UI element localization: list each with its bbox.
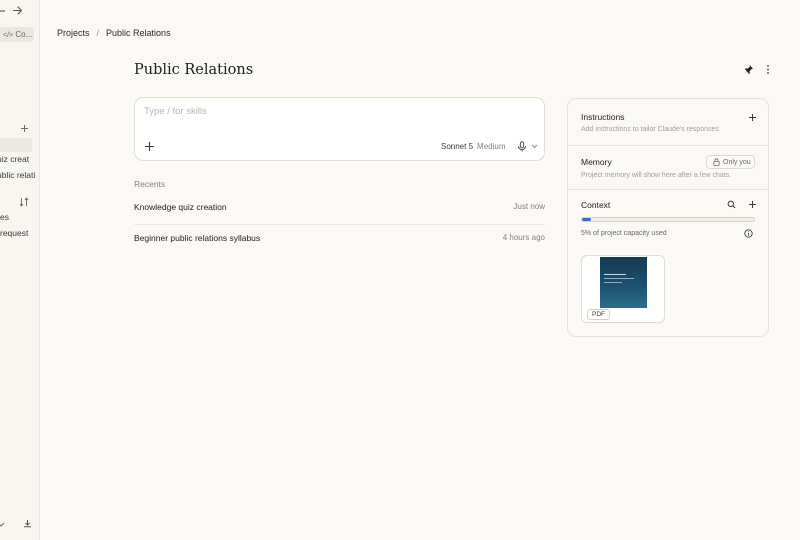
download-icon[interactable] [23, 519, 32, 528]
info-icon[interactable] [744, 229, 753, 238]
code-chip-label: Co... [15, 30, 33, 39]
recent-chat-row[interactable]: Beginner public relations syllabus 4 hou… [134, 225, 545, 256]
recent-chat-title: Knowledge quiz creation [134, 202, 227, 212]
sidebar-chat-item[interactable]: uiz creat [0, 154, 29, 164]
project-knowledge-panel: Instructions Add instructions to tailor … [567, 98, 769, 337]
divider [568, 189, 768, 190]
lock-icon [713, 158, 720, 166]
sidebar-item[interactable]: es [0, 212, 9, 222]
message-input[interactable] [144, 106, 524, 117]
recent-chat-time: 4 hours ago [502, 233, 545, 242]
new-item-plus-icon[interactable] [20, 124, 29, 133]
chevron-down-icon[interactable] [0, 520, 5, 528]
breadcrumb-current[interactable]: Public Relations [106, 28, 171, 38]
model-effort: Medium [477, 142, 506, 151]
sidebar-selected-row[interactable] [0, 138, 32, 152]
capacity-progress-fill [582, 218, 591, 221]
recent-chat-time: Just now [513, 202, 545, 211]
memory-visibility-badge[interactable]: Only you [706, 155, 755, 169]
forward-arrow-icon[interactable] [12, 5, 23, 16]
code-icon: </> [3, 32, 14, 39]
microphone-icon[interactable] [517, 141, 527, 152]
memory-subtitle: Project memory will show here after a fe… [581, 172, 732, 179]
pdf-thumbnail [600, 257, 647, 308]
search-icon[interactable] [727, 200, 736, 209]
context-title: Context [581, 200, 611, 210]
model-name: Sonnet 5 [441, 142, 474, 151]
add-attachment-button[interactable] [142, 139, 156, 153]
sidebar-item[interactable]: request [0, 228, 28, 238]
file-type-badge: PDF [587, 309, 610, 320]
model-selector[interactable]: Sonnet 5 Medium [441, 142, 505, 151]
code-mode-chip[interactable]: </> Co... [0, 27, 34, 42]
more-options-icon[interactable] [764, 64, 772, 75]
add-context-plus-icon[interactable] [748, 200, 757, 209]
divider [568, 145, 768, 146]
breadcrumb-projects-link[interactable]: Projects [57, 28, 90, 38]
memory-badge-label: Only you [723, 158, 751, 166]
breadcrumb: Projects / Public Relations [57, 28, 171, 38]
page-title: Public Relations [134, 62, 254, 78]
capacity-progress-bar [581, 217, 755, 222]
pin-icon[interactable] [743, 64, 754, 75]
sort-filter-icon[interactable] [19, 197, 30, 207]
context-file-card[interactable]: PDF [581, 255, 665, 323]
recent-chat-row[interactable]: Knowledge quiz creation Just now [134, 194, 545, 225]
memory-title: Memory [581, 157, 612, 167]
chat-composer: Sonnet 5Medium [134, 97, 545, 161]
add-instructions-plus-icon[interactable] [748, 113, 757, 122]
capacity-text: 5% of project capacity used [581, 230, 667, 237]
instructions-subtitle: Add instructions to tailor Claude's resp… [581, 126, 719, 133]
recents-heading: Recents [134, 179, 166, 189]
instructions-title: Instructions [581, 112, 625, 122]
back-arrow-icon[interactable] [0, 6, 6, 16]
breadcrumb-separator: / [96, 28, 100, 38]
sidebar: </> Co... uiz creat ublic relati es requ… [0, 0, 40, 540]
sidebar-chat-item[interactable]: ublic relati [0, 170, 35, 180]
plus-icon [144, 141, 154, 151]
recent-chat-title: Beginner public relations syllabus [134, 233, 261, 243]
chevron-down-icon[interactable] [531, 144, 538, 149]
